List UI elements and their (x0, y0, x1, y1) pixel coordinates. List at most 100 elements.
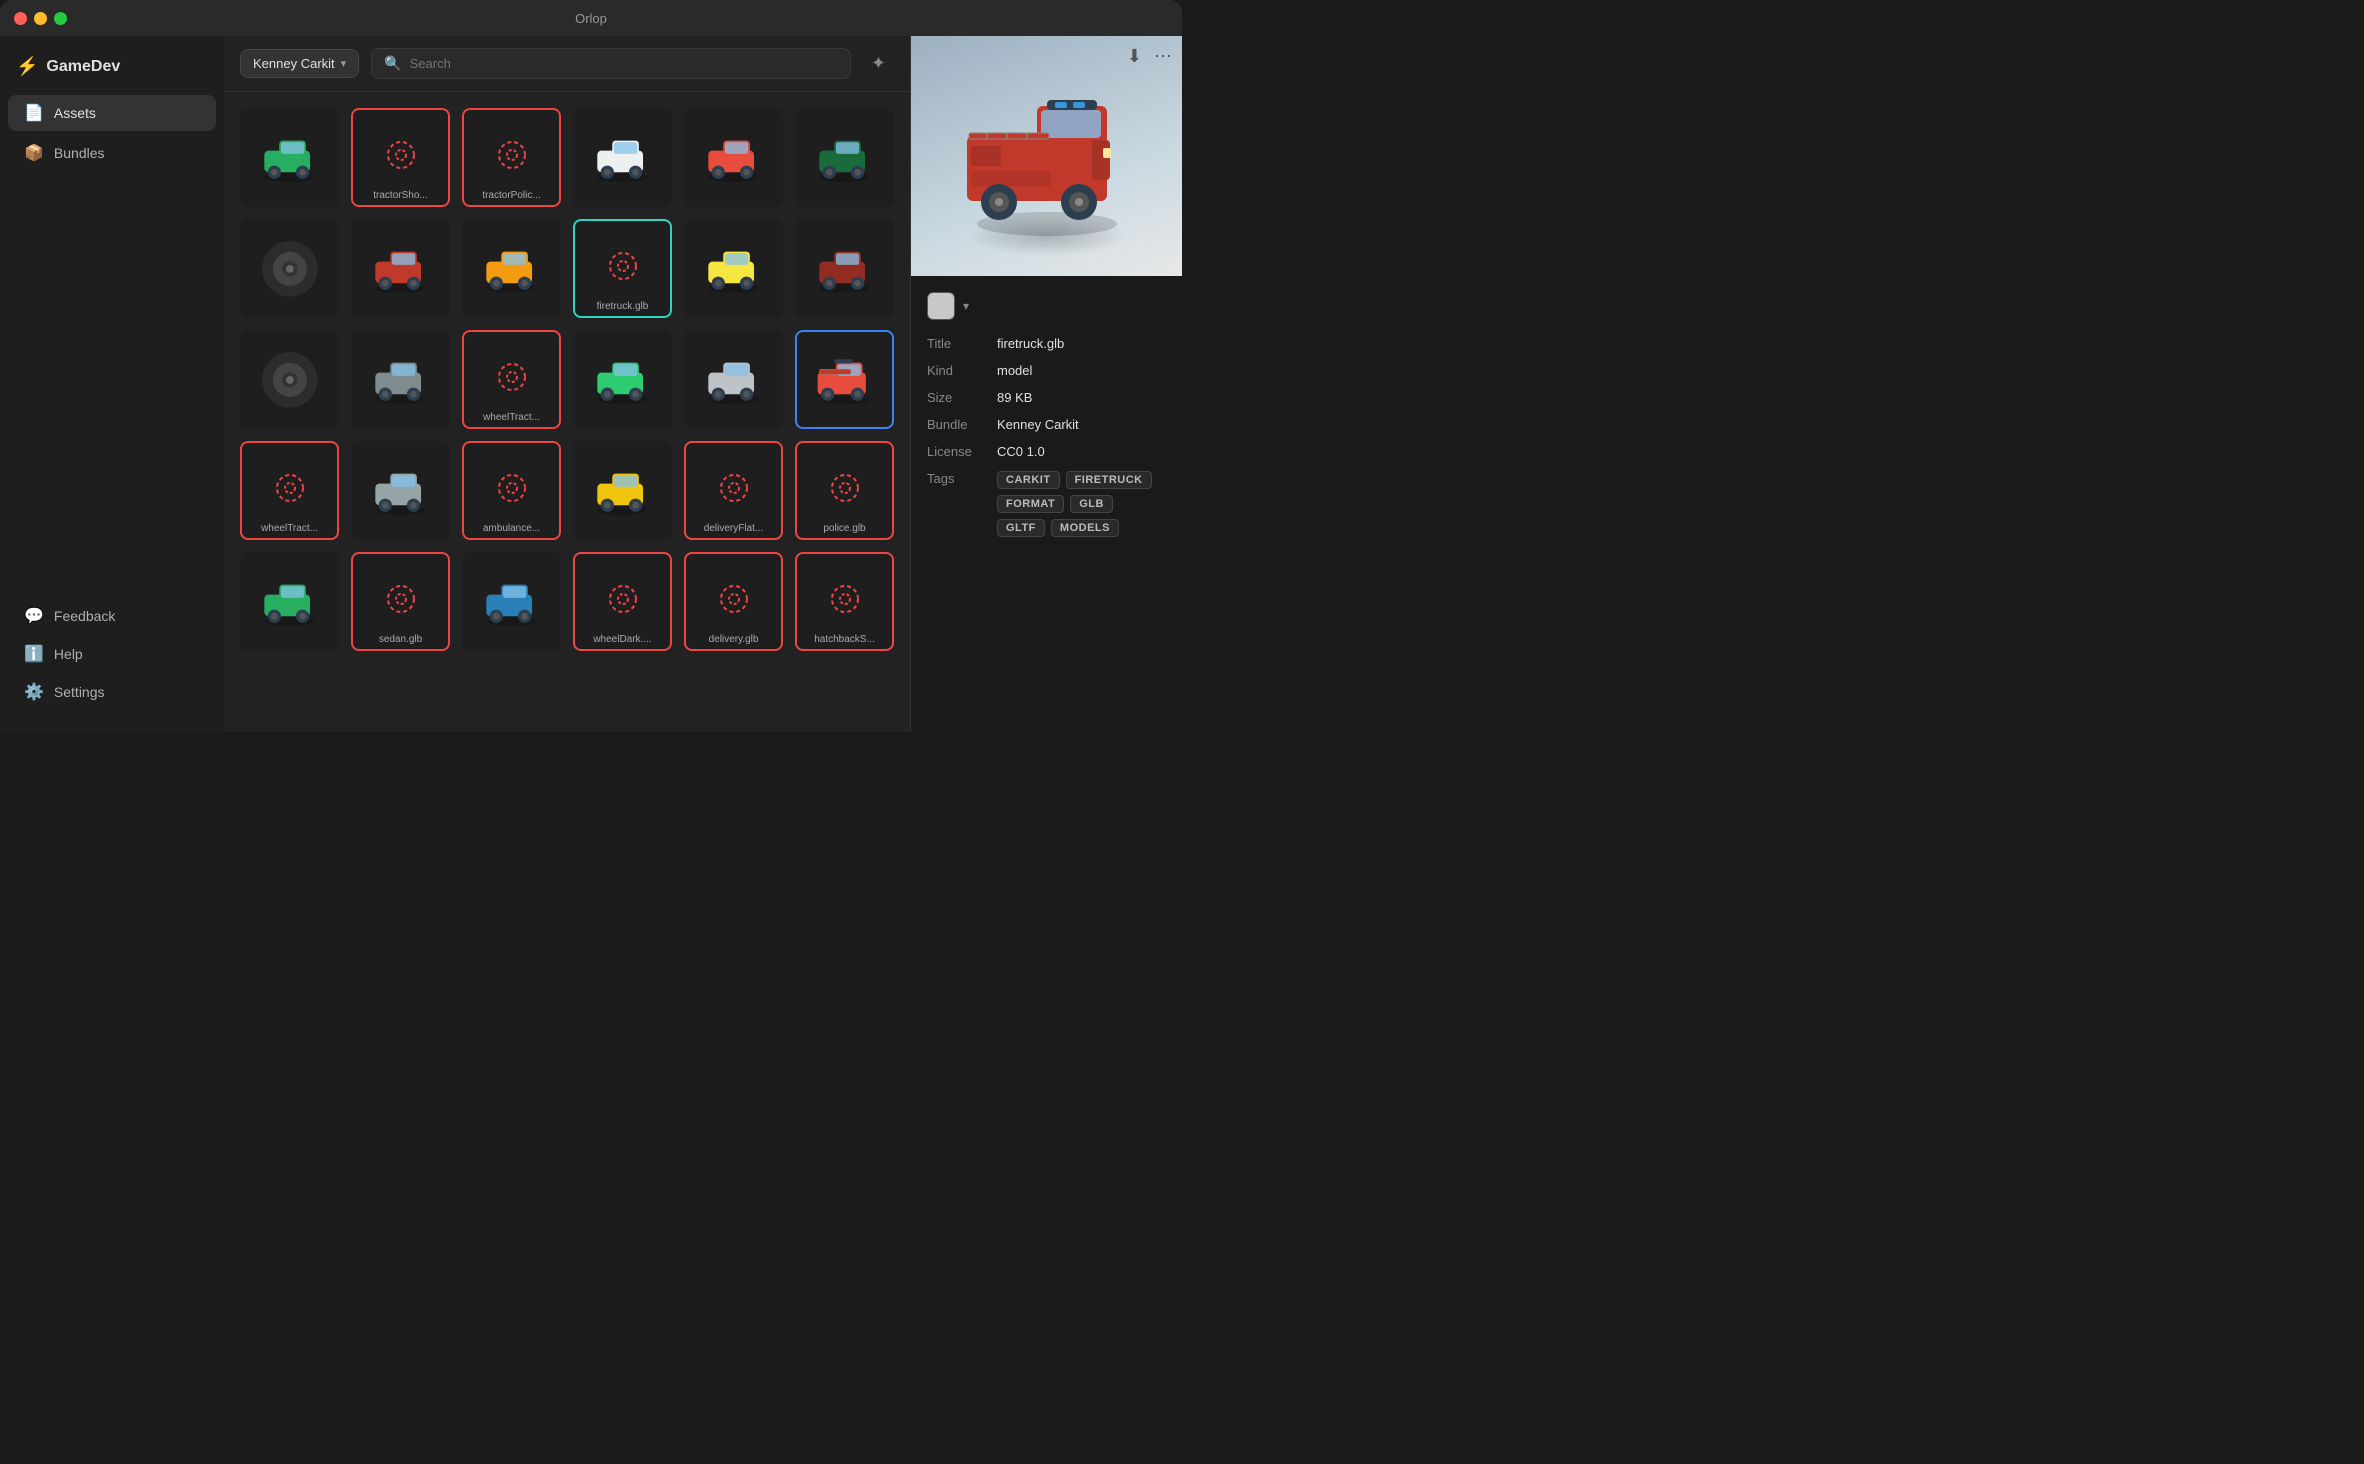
asset-label: ambulance... (464, 523, 559, 534)
color-chevron-icon: ▾ (963, 299, 969, 313)
asset-cell[interactable]: deliveryFlat... (684, 441, 783, 540)
sidebar-bottom: 💬 Feedback ℹ️ Help ⚙️ Settings (0, 596, 224, 720)
asset-cell[interactable] (240, 330, 339, 429)
tags-label: Tags (927, 471, 997, 486)
asset-cell[interactable]: tractorPolic... (462, 108, 561, 207)
asset-cell[interactable] (684, 219, 783, 318)
search-input-wrap: 🔍 (371, 48, 851, 79)
sidebar-item-settings[interactable]: ⚙️ Settings (8, 674, 216, 710)
missing-asset-icon (608, 584, 638, 620)
detail-row-title: Title firetruck.glb (927, 336, 1166, 351)
missing-asset-icon (497, 362, 527, 398)
title-label: Title (927, 336, 997, 351)
sidebar-settings-label: Settings (54, 684, 105, 700)
title-value: firetruck.glb (997, 336, 1064, 351)
maximize-button[interactable] (54, 12, 67, 25)
missing-asset-icon (719, 473, 749, 509)
missing-asset-icon (608, 251, 638, 287)
details-panel: ▾ Title firetruck.glb Kind model Size 89… (911, 276, 1182, 732)
missing-asset-icon (719, 584, 749, 620)
titlebar: Orlop (0, 0, 1182, 36)
main-content: Kenney Carkit ▾ 🔍 ✦ tractorSho... tracto (224, 36, 910, 732)
asset-label: tractorSho... (353, 190, 448, 201)
asset-cell[interactable] (351, 330, 450, 429)
window-title: Orlop (575, 11, 607, 26)
sidebar: ⚡ GameDev 📄 Assets 📦 Bundles 💬 Feedback … (0, 36, 224, 732)
asset-label: wheelTract... (464, 412, 559, 423)
asset-cell[interactable]: firetruck.glb (573, 219, 672, 318)
color-swatch[interactable] (927, 292, 955, 320)
search-input[interactable] (410, 56, 838, 71)
tags-row: Tags CARKITFIRETRUCKFORMATGLBGLTFMODELS (927, 471, 1166, 537)
asset-cell[interactable] (573, 330, 672, 429)
missing-asset-icon (497, 473, 527, 509)
asset-cell[interactable]: delivery.glb (684, 552, 783, 651)
asset-cell[interactable] (573, 441, 672, 540)
tag: MODELS (1051, 519, 1119, 537)
asset-cell[interactable]: ambulance... (462, 441, 561, 540)
detail-row-license: License CC0 1.0 (927, 444, 1166, 459)
license-label: License (927, 444, 997, 459)
asset-cell[interactable] (351, 441, 450, 540)
missing-asset-icon (386, 584, 416, 620)
asset-cell[interactable]: police.glb (795, 441, 894, 540)
asset-label: police.glb (797, 523, 892, 534)
asset-cell[interactable] (573, 108, 672, 207)
sidebar-item-feedback[interactable]: 💬 Feedback (8, 598, 216, 634)
bundle-selector[interactable]: Kenney Carkit ▾ (240, 49, 359, 78)
close-button[interactable] (14, 12, 27, 25)
asset-label: firetruck.glb (575, 301, 670, 312)
feedback-icon: 💬 (24, 606, 44, 626)
missing-asset-icon (275, 473, 305, 509)
brand-icon: ⚡ (16, 56, 38, 77)
search-bar: Kenney Carkit ▾ 🔍 ✦ (224, 36, 910, 92)
detail-row-bundle: Bundle Kenney Carkit (927, 417, 1166, 432)
asset-cell[interactable] (684, 108, 783, 207)
bundle-value: Kenney Carkit (997, 417, 1079, 432)
sidebar-item-assets[interactable]: 📄 Assets (8, 95, 216, 131)
preview-area: ⬇ ⋯ (911, 36, 1182, 276)
asset-label: wheelTract... (242, 523, 337, 534)
asset-cell[interactable] (240, 108, 339, 207)
chevron-down-icon: ▾ (341, 57, 347, 70)
asset-label: hatchbackS... (797, 634, 892, 645)
asset-cell[interactable] (351, 219, 450, 318)
asset-cell[interactable]: sedan.glb (351, 552, 450, 651)
missing-asset-icon (830, 473, 860, 509)
asset-cell[interactable]: tractorSho... (351, 108, 450, 207)
tag: CARKIT (997, 471, 1060, 489)
asset-cell[interactable]: wheelDark.... (573, 552, 672, 651)
asset-cell[interactable] (240, 552, 339, 651)
missing-asset-icon (386, 140, 416, 176)
asset-cell[interactable]: wheelTract... (240, 441, 339, 540)
sidebar-item-bundles[interactable]: 📦 Bundles (8, 135, 216, 171)
size-label: Size (927, 390, 997, 405)
download-button[interactable]: ⬇ (1127, 46, 1142, 67)
asset-cell[interactable] (795, 219, 894, 318)
asset-cell[interactable] (795, 330, 894, 429)
traffic-lights (14, 12, 67, 25)
license-value: CC0 1.0 (997, 444, 1045, 459)
filter-button[interactable]: ✦ (863, 49, 894, 78)
more-options-button[interactable]: ⋯ (1154, 46, 1172, 67)
sidebar-item-help[interactable]: ℹ️ Help (8, 636, 216, 672)
asset-cell[interactable] (240, 219, 339, 318)
asset-label: deliveryFlat... (686, 523, 781, 534)
minimize-button[interactable] (34, 12, 47, 25)
asset-label: wheelDark.... (575, 634, 670, 645)
asset-cell[interactable] (462, 219, 561, 318)
search-icon: 🔍 (384, 55, 401, 72)
tag: GLTF (997, 519, 1045, 537)
brand-label: GameDev (46, 58, 120, 76)
asset-label: delivery.glb (686, 634, 781, 645)
asset-cell[interactable]: wheelTract... (462, 330, 561, 429)
color-selector[interactable]: ▾ (927, 292, 1166, 320)
asset-grid: tractorSho... tractorPolic... (224, 92, 910, 732)
asset-cell[interactable]: hatchbackS... (795, 552, 894, 651)
asset-cell[interactable] (462, 552, 561, 651)
bundle-selector-label: Kenney Carkit (253, 56, 335, 71)
help-icon: ℹ️ (24, 644, 44, 664)
asset-cell[interactable] (795, 108, 894, 207)
bundles-icon: 📦 (24, 143, 44, 163)
asset-cell[interactable] (684, 330, 783, 429)
